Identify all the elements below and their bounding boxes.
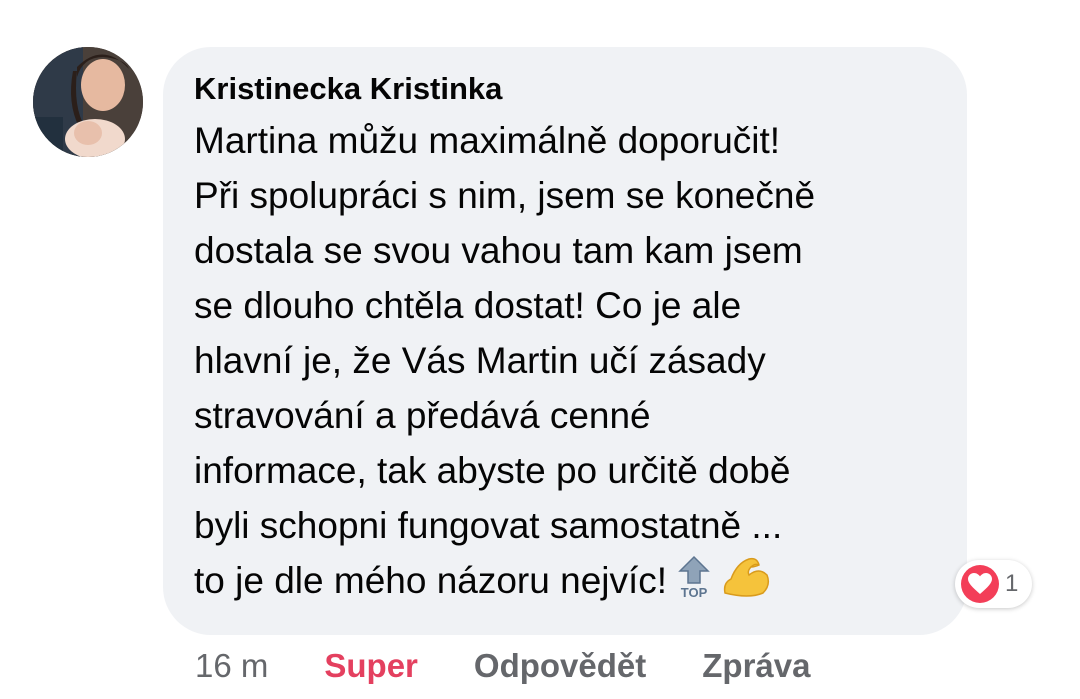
flexed-biceps-icon (721, 553, 771, 614)
comment-line: dostala se svou vahou tam kam jsem (194, 230, 803, 271)
comment-text: Martina můžu maximálně doporučit! Při sp… (194, 113, 937, 614)
avatar[interactable] (33, 47, 143, 157)
reaction-badge[interactable]: 1 (955, 560, 1033, 608)
comment-line: hlavní je, že Vás Martin učí zásady (194, 340, 766, 381)
comment-actions: 16 m Super Odpovědět Zpráva (195, 643, 810, 689)
comment-line: Při spolupráci s nim, jsem se konečně (194, 175, 816, 216)
comment-timestamp[interactable]: 16 m (195, 647, 268, 685)
author-name[interactable]: Kristinecka Kristinka (194, 69, 937, 109)
top-arrow-icon: TOP (677, 555, 711, 614)
heart-icon (961, 565, 999, 603)
svg-text:TOP: TOP (681, 585, 708, 599)
reply-button[interactable]: Odpovědět (474, 647, 646, 685)
like-button[interactable]: Super (324, 647, 418, 685)
comment-line: to je dle mého názoru nejvíc! (194, 560, 668, 601)
comment-line: se dlouho chtěla dostat! Co je ale (194, 285, 742, 326)
comment-line: Martina můžu maximálně doporučit! (194, 120, 781, 161)
comment-line: informace, tak abyste po určitě době (194, 450, 791, 491)
comment-line: stravování a předává cenné (194, 395, 651, 436)
comment-thread: Kristinecka Kristinka Martina můžu maxim… (0, 0, 1080, 699)
comment-bubble: Kristinecka Kristinka Martina můžu maxim… (163, 47, 967, 635)
comment-last-line: to je dle mého názoru nejvíc! TOP (194, 553, 937, 614)
comment-line: byli schopni fungovat samostatně ... (194, 505, 783, 546)
avatar-photo-icon (33, 47, 143, 157)
message-button[interactable]: Zpráva (702, 647, 810, 685)
reaction-count: 1 (1005, 570, 1019, 597)
